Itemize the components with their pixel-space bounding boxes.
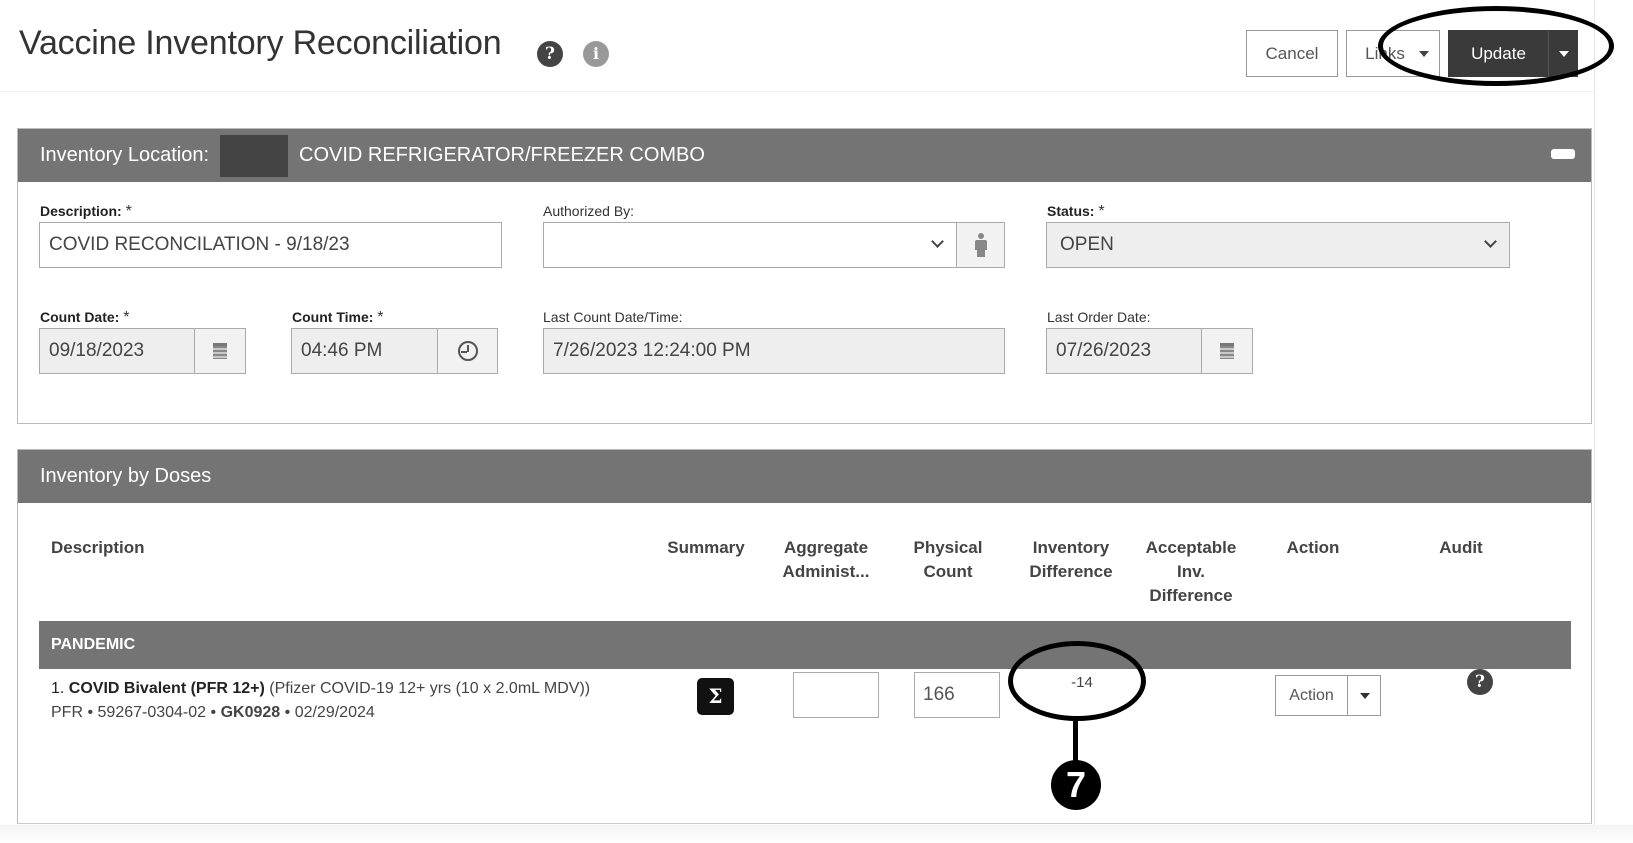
last-count-label: Last Count Date/Time: <box>543 309 683 325</box>
info-icon[interactable]: i <box>583 41 609 67</box>
count-date-picker-button[interactable] <box>194 328 246 374</box>
last-order-picker-button[interactable] <box>1201 328 1253 374</box>
vaccine-lot-info: PFR • 59267-0304-02 • GK0928 • 02/29/202… <box>51 704 375 721</box>
column-header-audit: Audit <box>1439 538 1483 557</box>
description-label: Description: * <box>40 203 132 220</box>
user-lookup-button[interactable] <box>956 222 1005 268</box>
vaccine-description: 1. COVID Bivalent (PFR 12+) (Pfizer COVI… <box>51 680 591 697</box>
lot-number: GK0928 <box>220 704 281 721</box>
description-input[interactable]: COVID RECONCILATION - 9/18/23 <box>39 222 502 268</box>
calendar-icon <box>1220 343 1234 359</box>
column-header-aggregate-administered[interactable]: Aggregate Administ... <box>776 536 876 584</box>
authorized-by-select[interactable] <box>543 222 957 268</box>
redacted-location-id <box>220 135 288 177</box>
count-date-input[interactable]: 09/18/2023 <box>39 328 195 374</box>
column-header-description[interactable]: Description <box>51 536 145 560</box>
aggregate-administered-input[interactable] <box>793 672 879 718</box>
inventory-location-header: Inventory Location: COVID REFRIGERATOR/F… <box>18 129 1591 182</box>
expiration-date: 02/29/2024 <box>294 704 375 721</box>
ndc: 59267-0304-02 <box>97 704 207 721</box>
calendar-icon <box>213 343 227 359</box>
count-time-picker-button[interactable] <box>437 328 498 374</box>
person-icon <box>974 233 987 257</box>
inventory-location-panel: Inventory Location: COVID REFRIGERATOR/F… <box>17 128 1592 424</box>
caret-down-icon <box>1419 51 1429 57</box>
last-order-input[interactable]: 07/26/2023 <box>1046 328 1202 374</box>
vaccine-detail: (Pfizer COVID-19 12+ yrs (10 x 2.0mL MDV… <box>269 680 591 697</box>
physical-count-input[interactable]: 166 <box>914 672 1000 718</box>
inventory-by-doses-header: Inventory by Doses <box>18 450 1591 503</box>
page-title: Vaccine Inventory Reconciliation <box>19 24 502 62</box>
count-time-label: Count Time: * <box>292 309 384 326</box>
last-order-label: Last Order Date: <box>1047 309 1151 325</box>
column-header-action: Action <box>1286 538 1340 557</box>
update-button[interactable]: Update <box>1448 30 1549 77</box>
vaccine-name: COVID Bivalent (PFR 12+) <box>68 680 265 697</box>
page-edge-divider <box>1594 0 1595 843</box>
bottom-shadow <box>0 825 1633 843</box>
count-time-input[interactable]: 04:46 PM <box>291 328 438 374</box>
links-dropdown-button[interactable]: Links <box>1346 30 1440 77</box>
authorized-by-label: Authorized By: <box>543 203 635 219</box>
status-select[interactable]: OPEN <box>1046 222 1510 268</box>
audit-help-icon[interactable]: ? <box>1467 669 1493 695</box>
chevron-down-icon <box>1484 235 1497 248</box>
collapse-icon[interactable] <box>1551 149 1575 159</box>
manufacturer: PFR <box>51 704 83 721</box>
annotation-connector-line <box>1073 719 1078 761</box>
links-label: Links <box>1365 44 1405 63</box>
inventory-location-label: Inventory Location: <box>40 144 209 166</box>
action-dropdown-toggle[interactable] <box>1347 675 1381 716</box>
page-header: Vaccine Inventory Reconciliation ? i Can… <box>0 0 1595 92</box>
chevron-down-icon <box>931 235 944 248</box>
inventory-by-doses-panel: Inventory by Doses Description Summary A… <box>17 449 1592 824</box>
column-header-summary[interactable]: Summary <box>666 536 746 560</box>
help-icon[interactable]: ? <box>537 41 563 67</box>
summary-sigma-icon[interactable]: Σ <box>697 678 734 715</box>
count-date-label: Count Date: * <box>40 309 130 326</box>
column-header-inventory-difference[interactable]: Inventory Difference <box>1021 536 1121 584</box>
caret-down-icon <box>1360 693 1370 699</box>
clock-icon <box>457 341 478 361</box>
action-button[interactable]: Action <box>1275 675 1348 716</box>
column-header-physical-count[interactable]: Physical Count <box>903 536 993 584</box>
annotation-step-badge: 7 <box>1051 760 1101 810</box>
column-header-acceptable-difference[interactable]: Acceptable Inv. Difference <box>1136 536 1246 608</box>
inventory-location-name: COVID REFRIGERATOR/FREEZER COMBO <box>299 144 705 166</box>
cancel-button[interactable]: Cancel <box>1246 30 1338 77</box>
update-options-button[interactable] <box>1548 30 1578 77</box>
status-label: Status: * <box>1047 203 1105 220</box>
caret-down-icon <box>1559 51 1569 57</box>
group-row-pandemic: PANDEMIC <box>39 621 1571 669</box>
last-count-value: 7/26/2023 12:24:00 PM <box>543 328 1005 374</box>
inventory-difference-value: -14 <box>1071 674 1093 691</box>
